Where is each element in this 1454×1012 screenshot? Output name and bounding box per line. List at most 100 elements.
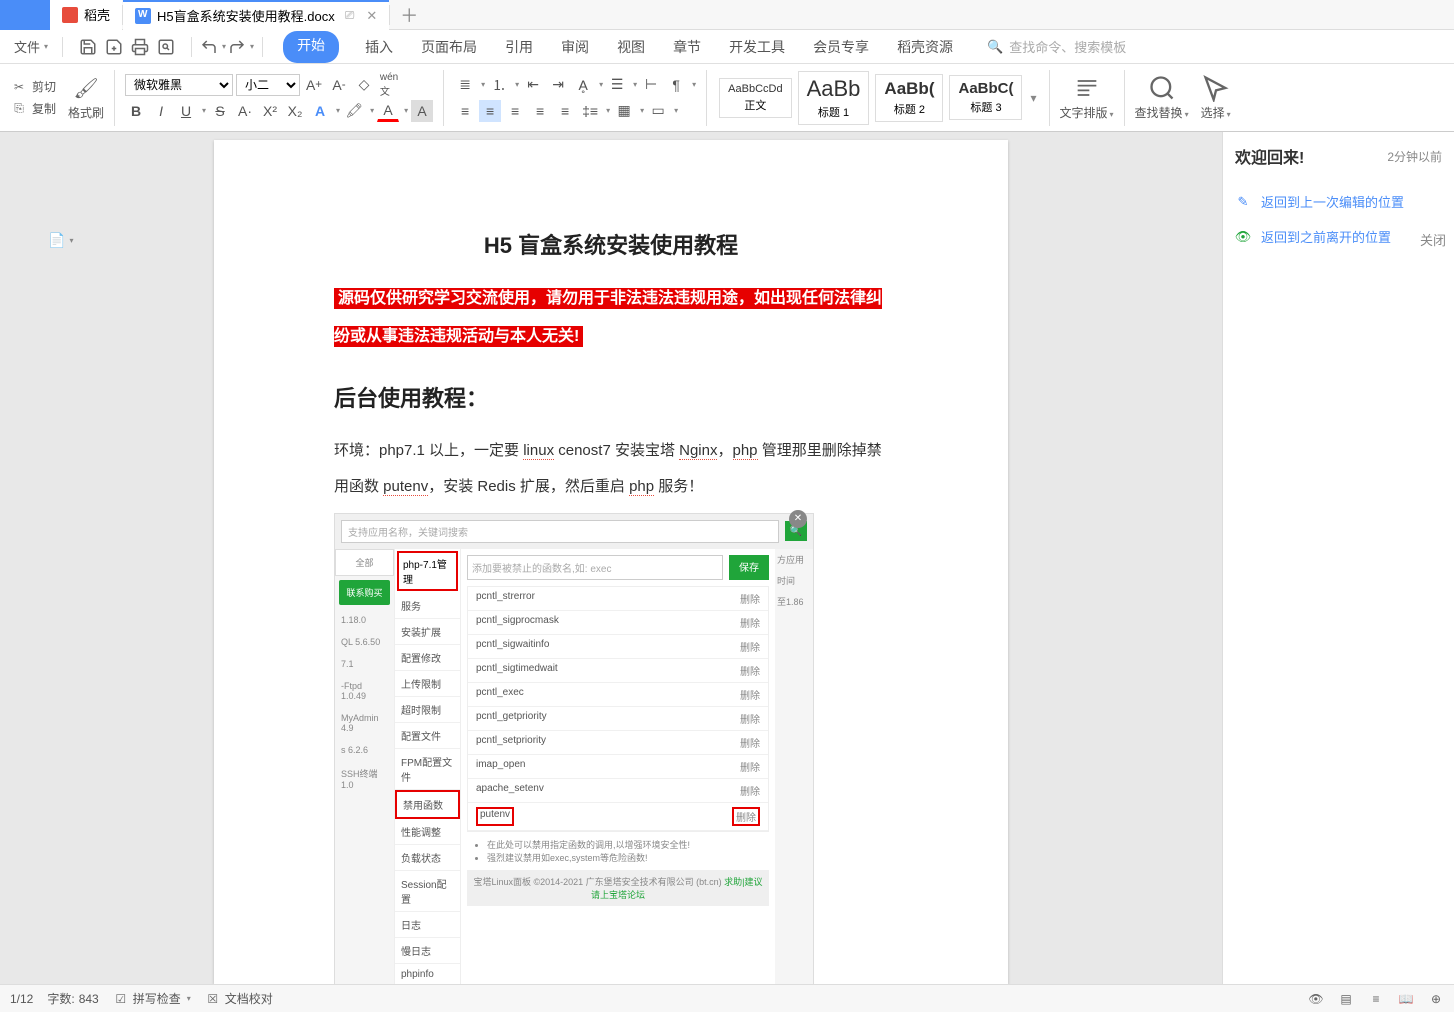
subscript-icon[interactable]: X₂ bbox=[284, 100, 306, 122]
undo-icon[interactable] bbox=[200, 38, 218, 56]
copy-button[interactable]: ⎘复制 bbox=[10, 100, 56, 118]
strike-icon[interactable]: S bbox=[209, 100, 231, 122]
text-layout-button[interactable]: 文字排版▾ bbox=[1054, 72, 1120, 123]
spell-check[interactable]: ☑拼写检查▾ bbox=[113, 990, 191, 1007]
align-distribute-icon[interactable]: ☰ bbox=[606, 74, 628, 96]
scissors-icon: ✂ bbox=[10, 78, 28, 96]
align-center-icon[interactable]: ≡ bbox=[479, 100, 501, 122]
borders-icon[interactable]: ▭ bbox=[647, 100, 669, 122]
warning-block: 源码仅供研究学习交流使用，请勿用于非法违法违规用途，如出现任何法律纠纷或从事违法… bbox=[334, 280, 888, 357]
proof-icon: ☒ bbox=[205, 991, 221, 1007]
save-as-icon[interactable] bbox=[105, 38, 123, 56]
tab-review[interactable]: 审阅 bbox=[559, 31, 591, 63]
presentation-icon[interactable]: ⎚ bbox=[345, 8, 355, 23]
paragraph: 环境：php7.1 以上，一定要 linux cenost7 安装宝塔 Ngin… bbox=[334, 433, 888, 505]
menu-bar: 文件▾ ▾ ▾ 开始 插入 页面布局 引用 审阅 视图 章节 开发工具 会员专享… bbox=[0, 30, 1454, 64]
save-icon[interactable] bbox=[79, 38, 97, 56]
shading-icon[interactable]: ▦ bbox=[613, 100, 635, 122]
add-tab-button[interactable]: ＋ bbox=[390, 2, 428, 28]
style-h2[interactable]: AaBb(标题 2 bbox=[875, 74, 943, 122]
view-read-icon[interactable]: 📖 bbox=[1398, 991, 1414, 1007]
decrease-font-icon[interactable]: A- bbox=[328, 74, 350, 96]
view-web-icon[interactable]: ⊕ bbox=[1428, 991, 1444, 1007]
format-painter-button[interactable]: 🖌 格式刷 bbox=[62, 72, 110, 123]
search-icon: 🔍 bbox=[987, 39, 1003, 55]
bullets-icon[interactable]: ≣ bbox=[454, 74, 476, 96]
char-shading-icon[interactable]: A bbox=[411, 100, 433, 122]
phonetic-icon[interactable]: wén文 bbox=[378, 74, 400, 96]
clear-format-icon[interactable]: ◇ bbox=[353, 74, 375, 96]
style-h3[interactable]: AaBbC(标题 3 bbox=[949, 75, 1022, 120]
tab-view[interactable]: 视图 bbox=[615, 31, 647, 63]
underline-icon[interactable]: U bbox=[175, 100, 197, 122]
tab-member[interactable]: 会员专享 bbox=[811, 31, 871, 63]
font-color-icon[interactable]: A bbox=[377, 100, 399, 122]
italic-icon[interactable]: I bbox=[150, 100, 172, 122]
page[interactable]: H5 盲盒系统安装使用教程 源码仅供研究学习交流使用，请勿用于非法违法违规用途，… bbox=[214, 140, 1008, 984]
tab-devtools[interactable]: 开发工具 bbox=[727, 31, 787, 63]
align-justify-icon[interactable]: ≡ bbox=[529, 100, 551, 122]
cut-button[interactable]: ✂剪切 bbox=[10, 78, 56, 96]
tab-chapter[interactable]: 章节 bbox=[671, 31, 703, 63]
emphasis-icon[interactable]: A· bbox=[234, 100, 256, 122]
eye-icon[interactable]: 👁 bbox=[1308, 991, 1324, 1007]
align-right-icon[interactable]: ≡ bbox=[504, 100, 526, 122]
tab-insert[interactable]: 插入 bbox=[363, 31, 395, 63]
view-page-icon[interactable]: ▤ bbox=[1338, 991, 1354, 1007]
daoke-icon bbox=[62, 7, 78, 23]
select-button[interactable]: 选择▾ bbox=[1195, 72, 1237, 123]
superscript-icon[interactable]: X² bbox=[259, 100, 281, 122]
redo-icon[interactable] bbox=[228, 38, 246, 56]
page-action-icon[interactable]: 📄▾ bbox=[48, 232, 73, 249]
line-spacing-icon[interactable]: ‡≡ bbox=[579, 100, 601, 122]
indent-icon[interactable]: ⇥ bbox=[547, 74, 569, 96]
align-left-icon[interactable]: ≡ bbox=[454, 100, 476, 122]
numbering-icon[interactable]: ⒈ bbox=[488, 74, 510, 96]
return-last-open[interactable]: 👁 返回到之前离开的位置 bbox=[1235, 219, 1442, 254]
return-last-edit[interactable]: ✎ 返回到上一次编辑的位置 bbox=[1235, 184, 1442, 219]
doc-proof[interactable]: ☒文档校对 bbox=[205, 990, 273, 1007]
find-replace-button[interactable]: 查找替换▾ bbox=[1129, 72, 1195, 123]
tab-document[interactable]: H5盲盒系统安装使用教程.docx ⎚ ✕ bbox=[123, 0, 389, 30]
tab-start[interactable]: 开始 bbox=[283, 31, 339, 63]
tab-resources[interactable]: 稻壳资源 bbox=[895, 31, 955, 63]
tab-doc-name: H5盲盒系统安装使用教程.docx bbox=[157, 6, 335, 25]
word-count[interactable]: 字数: 843 bbox=[47, 990, 98, 1007]
font-name-select[interactable]: 微软雅黑 bbox=[125, 74, 233, 96]
view-outline-icon[interactable]: ≡ bbox=[1368, 991, 1384, 1007]
preview-icon[interactable] bbox=[157, 38, 175, 56]
font-size-select[interactable]: 小二 bbox=[236, 74, 300, 96]
quick-access bbox=[71, 38, 183, 56]
panel-close[interactable]: 关闭 bbox=[1420, 230, 1446, 249]
command-search[interactable]: 🔍 查找命令、搜索模板 bbox=[987, 37, 1126, 56]
tab-daoke[interactable]: 稻壳 bbox=[50, 0, 122, 30]
style-normal[interactable]: AaBbCcDd正文 bbox=[719, 78, 791, 118]
welcome-time: 2分钟以前 bbox=[1387, 148, 1442, 165]
styles-more-icon[interactable]: ▾ bbox=[1030, 91, 1036, 105]
tab-reference[interactable]: 引用 bbox=[503, 31, 535, 63]
document-area: 📄▾ H5 盲盒系统安装使用教程 源码仅供研究学习交流使用，请勿用于非法违法违规… bbox=[0, 132, 1222, 984]
close-icon[interactable]: ✕ bbox=[366, 8, 377, 24]
text-direction-icon[interactable]: Ḁ bbox=[572, 74, 594, 96]
file-menu[interactable]: 文件▾ bbox=[8, 37, 54, 56]
bold-icon[interactable]: B bbox=[125, 100, 147, 122]
page-indicator[interactable]: 1/12 bbox=[10, 992, 33, 1006]
tab-home[interactable] bbox=[0, 0, 50, 30]
print-icon[interactable] bbox=[131, 38, 149, 56]
eye-icon: 👁 bbox=[1235, 229, 1251, 245]
warning-text: 源码仅供研究学习交流使用，请勿用于非法违法违规用途，如出现任何法律纠纷或从事违法… bbox=[334, 288, 882, 347]
style-h1[interactable]: AaBb标题 1 bbox=[798, 71, 870, 125]
tab-layout[interactable]: 页面布局 bbox=[419, 31, 479, 63]
font-group: 微软雅黑 小二 A+ A- ◇ wén文 B I U▾ S A· X² X₂ A… bbox=[119, 72, 439, 124]
highlight-icon[interactable]: 🖍 bbox=[343, 100, 365, 122]
text-layout-icon bbox=[1073, 74, 1101, 102]
paragraph-group: ≣▾ ⒈▾ ⇤ ⇥ Ḁ▾ ☰▾ ⊢ ¶▾ ≡ ≡ ≡ ≡ ≡ ‡≡▾ ▦▾ ▭▾ bbox=[448, 72, 702, 124]
welcome-panel: 欢迎回来! 2分钟以前 ✎ 返回到上一次编辑的位置 👁 返回到之前离开的位置 关… bbox=[1222, 132, 1454, 984]
text-effects-icon[interactable]: A bbox=[309, 100, 331, 122]
distribute-icon[interactable]: ≡ bbox=[554, 100, 576, 122]
tabstop-icon[interactable]: ⊢ bbox=[640, 74, 662, 96]
emb-right: 方应用 时间 至1.86 bbox=[775, 549, 813, 984]
increase-font-icon[interactable]: A+ bbox=[303, 74, 325, 96]
show-marks-icon[interactable]: ¶ bbox=[665, 74, 687, 96]
outdent-icon[interactable]: ⇤ bbox=[522, 74, 544, 96]
